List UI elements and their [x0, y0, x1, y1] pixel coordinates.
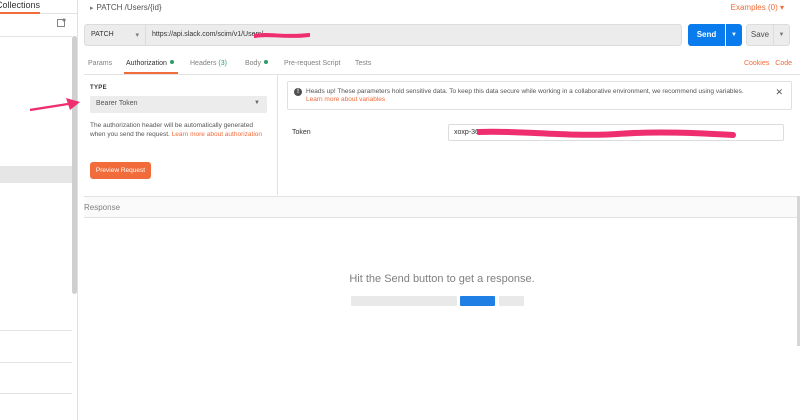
tab-params[interactable]: Params	[88, 60, 112, 67]
chevron-down-icon: ▼	[731, 32, 737, 38]
request-tabs: Params Authorization Headers (3) Body Pr…	[84, 55, 800, 75]
chevron-down-icon: ▾	[779, 3, 784, 12]
preview-request-button[interactable]: Preview Request	[90, 162, 151, 179]
response-label: Response	[84, 203, 121, 212]
annotation-arrow-icon	[30, 98, 80, 112]
sidebar-selected-item[interactable]	[0, 166, 72, 183]
active-tab-underline	[124, 72, 178, 74]
sensitive-data-warning: ! Heads up! These parameters hold sensit…	[287, 81, 792, 110]
cookies-link[interactable]: Cookies	[744, 60, 769, 67]
auth-type-panel: TYPE Bearer Token ▼ The authorization he…	[84, 75, 278, 195]
status-dot-icon	[169, 60, 174, 64]
method-value: PATCH	[91, 31, 114, 38]
response-header: Response	[84, 196, 800, 218]
token-value: xoxp-36	[454, 129, 479, 136]
placeholder-bar	[460, 296, 495, 306]
redaction-scribble	[254, 33, 310, 38]
headers-count: (3)	[218, 60, 227, 67]
sidebar-divider	[0, 330, 72, 331]
tab-links: Cookies Code	[738, 60, 792, 67]
close-icon[interactable]: ✕	[775, 87, 783, 98]
url-value: https://api.slack.com/scim/v1/Users/	[152, 31, 264, 38]
token-label: Token	[292, 129, 311, 136]
tab-headers-label: Headers	[190, 60, 217, 67]
tab-body-label: Body	[245, 60, 261, 67]
send-button[interactable]: Send	[688, 24, 725, 46]
sidebar-scrollbar[interactable]	[72, 36, 77, 294]
placeholder-bar	[499, 296, 524, 306]
warning-text: Heads up! These parameters hold sensitiv…	[306, 88, 744, 95]
chevron-down-icon: ▼	[254, 100, 260, 106]
tab-authorization[interactable]: Authorization	[126, 60, 174, 67]
active-tab-underline	[0, 12, 40, 14]
sidebar-divider	[0, 36, 72, 37]
new-collection-icon[interactable]	[57, 18, 67, 31]
chevron-down-icon: ▾	[135, 32, 139, 39]
code-link[interactable]: Code	[775, 60, 792, 67]
redaction-scribble	[477, 128, 736, 138]
chevron-down-icon: ▼	[778, 32, 785, 38]
placeholder-bar	[351, 296, 457, 306]
tab-headers[interactable]: Headers (3)	[190, 60, 227, 67]
auth-type-select[interactable]: Bearer Token ▼	[90, 96, 267, 113]
url-input[interactable]: https://api.slack.com/scim/v1/Users/	[146, 24, 682, 46]
method-select[interactable]: PATCH ▾	[84, 24, 146, 46]
info-icon: !	[294, 88, 302, 96]
collapse-caret-icon: ▸	[90, 5, 94, 12]
auth-type-value: Bearer Token	[96, 100, 138, 107]
learn-more-auth-link[interactable]: Learn more about authorization	[172, 131, 262, 138]
sidebar: Collections	[0, 0, 78, 420]
token-input[interactable]: xoxp-36	[448, 124, 784, 141]
request-title[interactable]: ▸ PATCH /Users/{id}	[90, 3, 162, 12]
request-header: ▸ PATCH /Users/{id} Examples (0) ▾	[84, 0, 800, 18]
examples-dropdown[interactable]: Examples (0) ▾	[731, 3, 784, 12]
response-body: Hit the Send button to get a response.	[84, 218, 800, 420]
status-dot-icon	[263, 60, 268, 64]
tab-authorization-label: Authorization	[126, 60, 167, 67]
type-label: TYPE	[90, 85, 107, 91]
learn-more-variables-link[interactable]: Learn more about variables	[306, 96, 385, 103]
save-options-button[interactable]: ▼	[774, 24, 790, 46]
tab-tests[interactable]: Tests	[355, 60, 371, 67]
tab-pre-request-script[interactable]: Pre-request Script	[284, 60, 340, 67]
tab-collections[interactable]: Collections	[0, 0, 78, 14]
response-empty-message: Hit the Send button to get a response.	[349, 273, 535, 285]
tab-body[interactable]: Body	[245, 60, 268, 67]
save-button[interactable]: Save	[746, 24, 774, 46]
send-options-button[interactable]: ▼	[726, 24, 742, 46]
examples-label: Examples (0)	[730, 3, 778, 12]
sidebar-divider	[0, 393, 72, 394]
request-title-text: PATCH /Users/{id}	[96, 3, 162, 12]
auth-help-text: The authorization header will be automat…	[90, 121, 270, 139]
sidebar-divider	[0, 362, 72, 363]
collections-tab-label: Collections	[0, 0, 40, 10]
